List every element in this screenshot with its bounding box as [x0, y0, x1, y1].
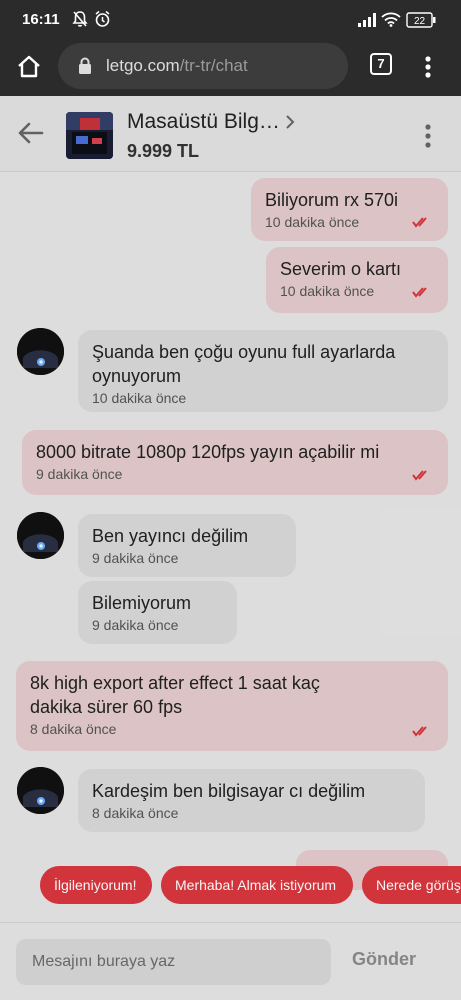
product-title[interactable]: Masaüstü Bilg…	[127, 110, 280, 134]
lock-icon	[78, 57, 92, 80]
alarm-icon	[94, 10, 111, 33]
chat-options-button[interactable]	[418, 122, 438, 150]
avatar-image	[17, 512, 64, 559]
signal-icon	[358, 13, 378, 32]
arrow-left-icon	[18, 122, 44, 144]
send-button[interactable]: Gönder	[352, 949, 416, 970]
back-button[interactable]	[16, 120, 46, 146]
message-text: Şuanda ben çoğu oyunu full ayarlarda oyn…	[92, 342, 396, 386]
home-button[interactable]	[14, 52, 44, 82]
message-time: 9 dakika önce	[92, 617, 179, 633]
message-time: 9 dakika önce	[36, 466, 123, 482]
status-time: 16:11	[22, 11, 60, 28]
message-incoming: Ben yayıncı değilim 9 dakika önce	[78, 514, 296, 577]
message-time: 10 dakika önce	[265, 214, 360, 230]
avatar[interactable]	[17, 767, 64, 814]
home-icon	[18, 55, 40, 78]
message-outgoing: 8000 bitrate 1080p 120fps yayın açabilir…	[22, 430, 448, 495]
battery-level: 22	[414, 16, 426, 27]
message-text: Severim o kartı	[280, 259, 402, 279]
url-path: /tr-tr/chat	[179, 56, 248, 75]
status-bar: 16:11 22	[0, 0, 461, 40]
message-time: 8 dakika önce	[30, 721, 117, 737]
message-incoming: Bilemiyorum 9 dakika önce	[78, 581, 237, 644]
avatar-image	[17, 328, 64, 375]
message-incoming: Şuanda ben çoğu oyunu full ayarlarda oyn…	[78, 330, 448, 412]
message-time: 8 dakika önce	[92, 805, 179, 821]
product-price: 9.999 TL	[127, 141, 200, 161]
product-thumbnail[interactable]	[66, 112, 113, 159]
avatar[interactable]	[17, 328, 64, 375]
battery-icon: 22	[406, 12, 436, 33]
browser-menu-button[interactable]	[418, 52, 438, 82]
avatar-image	[17, 767, 64, 814]
quick-reply-chip[interactable]: Merhaba! Almak istiyorum	[161, 866, 353, 904]
message-text: 8k high export after effect 1 saat kaç d…	[30, 673, 320, 717]
chat-header: Masaüstü Bilg… 9.999 TL	[0, 96, 461, 172]
read-ticks-icon	[412, 285, 430, 303]
message-incoming: Kardeşim ben bilgisayar cı değilim 8 dak…	[78, 769, 425, 832]
tab-switcher-button[interactable]: 7	[370, 53, 392, 75]
message-text: Bilemiyorum	[92, 593, 192, 613]
quick-reply-chip[interactable]: Nerede görüş	[362, 866, 461, 904]
url-text: letgo.com/tr-tr/chat	[106, 56, 248, 76]
message-text: Kardeşim ben bilgisayar cı değilim	[92, 781, 366, 801]
message-outgoing: Biliyorum rx 570i 10 dakika önce	[251, 178, 448, 241]
message-time: 10 dakika önce	[92, 390, 187, 406]
quick-replies: İlgileniyorum! Merhaba! Almak istiyorum …	[0, 866, 461, 906]
message-time: 10 dakika önce	[280, 283, 375, 299]
more-vert-icon	[425, 124, 431, 148]
read-ticks-icon	[412, 215, 430, 233]
quick-reply-chip[interactable]: İlgileniyorum!	[40, 866, 152, 904]
address-bar[interactable]: letgo.com/tr-tr/chat	[58, 43, 348, 89]
product-image	[66, 112, 113, 159]
url-host: letgo.com	[106, 56, 180, 75]
message-input[interactable]	[16, 939, 331, 985]
message-text: Biliyorum rx 570i	[265, 190, 399, 210]
message-outgoing: 8k high export after effect 1 saat kaç d…	[16, 661, 448, 751]
message-text: 8000 bitrate 1080p 120fps yayın açabilir…	[36, 442, 380, 462]
browser-toolbar: letgo.com/tr-tr/chat 7	[0, 40, 461, 96]
read-ticks-icon	[412, 724, 430, 742]
message-text: Ben yayıncı değilim	[92, 526, 249, 546]
more-vert-icon	[425, 56, 431, 78]
mute-icon	[72, 10, 88, 33]
wifi-icon	[381, 12, 401, 32]
message-outgoing: Severim o kartı 10 dakika önce	[266, 247, 448, 313]
message-composer: Gönder	[0, 922, 461, 1000]
message-time: 9 dakika önce	[92, 550, 179, 566]
chevron-right-icon	[284, 114, 296, 135]
read-ticks-icon	[412, 468, 430, 486]
avatar[interactable]	[17, 512, 64, 559]
